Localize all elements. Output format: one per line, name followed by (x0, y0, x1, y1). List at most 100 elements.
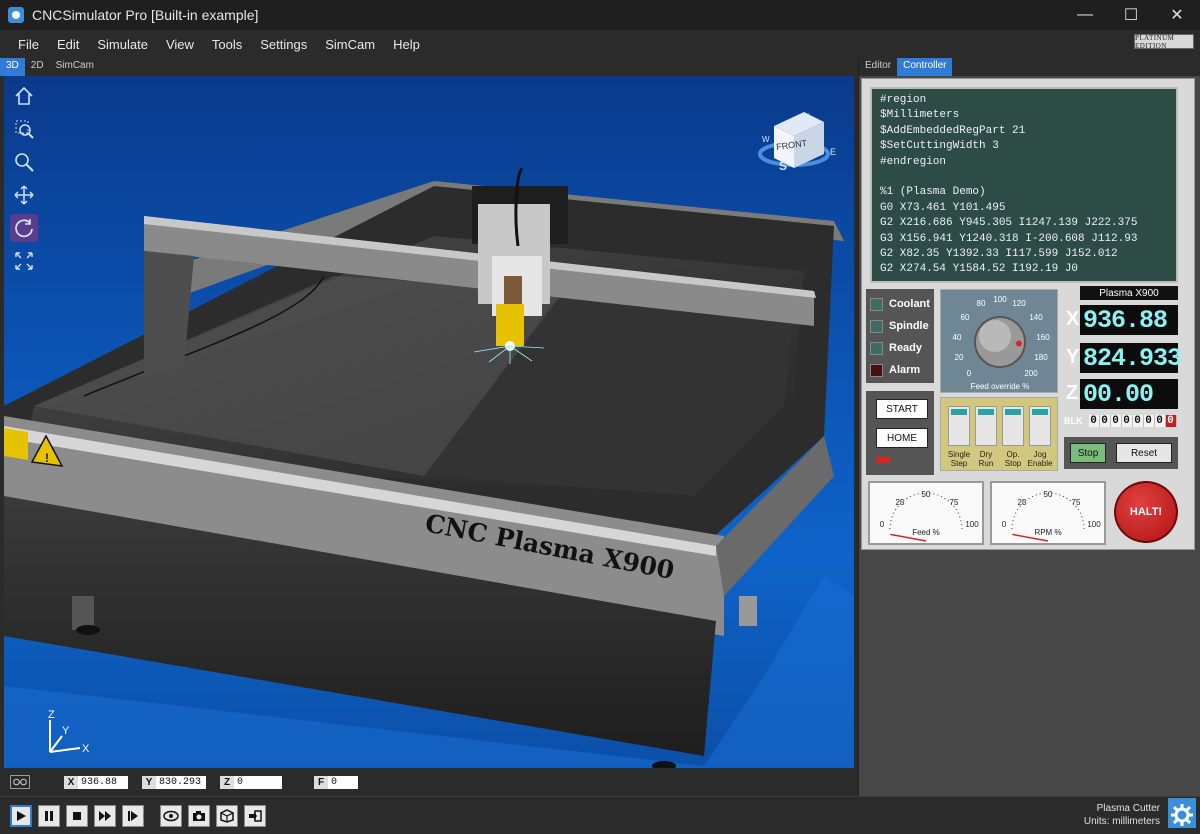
blk-digit: 0 (1122, 415, 1133, 427)
dry-run-switch[interactable] (975, 406, 997, 446)
rpm-gauge-tick: 50 (1044, 490, 1053, 499)
dro-y-value: 824.933 (1080, 343, 1182, 373)
step-forward-icon[interactable] (122, 805, 144, 827)
feed-tick: 60 (961, 313, 970, 322)
jog-enable-switch[interactable] (1029, 406, 1051, 446)
menu-settings[interactable]: Settings (251, 37, 316, 52)
eye-icon[interactable] (160, 805, 182, 827)
switch-label: Stop (1004, 459, 1022, 468)
rpm-gauge-title: RPM % (1034, 528, 1061, 537)
export-icon[interactable] (244, 805, 266, 827)
play-icon[interactable] (10, 805, 32, 827)
led-alarm: Alarm (870, 359, 930, 381)
op-stop-switch[interactable] (1002, 406, 1024, 446)
tab-controller[interactable]: Controller (897, 58, 953, 76)
blk-digit: 0 (1133, 415, 1144, 427)
compass-south-label: S (779, 159, 787, 173)
reset-button[interactable]: Reset (1116, 443, 1172, 463)
feed-gauge: 0 25 50 75 100 Feed % (868, 481, 984, 545)
start-home-panel: START HOME (866, 391, 934, 475)
code-line: G0 X73.461 Y101.495 (880, 201, 1006, 214)
box-icon[interactable] (216, 805, 238, 827)
switch-label: Jog (1033, 450, 1047, 459)
menu-bar: File Edit Simulate View Tools Settings S… (0, 30, 1200, 58)
fast-forward-icon[interactable] (94, 805, 116, 827)
home-button[interactable]: HOME (876, 428, 928, 448)
maximize-button[interactable]: ☐ (1108, 0, 1154, 30)
axis-y-label: Y (62, 725, 70, 737)
camera-icon[interactable] (188, 805, 210, 827)
rpm-gauge-tick: 25 (1018, 498, 1027, 507)
pan-icon[interactable] (10, 181, 38, 209)
machine-scene: ! FRONT S E W N CNC Plasma X900 Z X Y (4, 112, 854, 768)
blk-digit: 0 (1111, 415, 1122, 427)
menu-file[interactable]: File (9, 37, 48, 52)
menu-tools[interactable]: Tools (203, 37, 251, 52)
halt-button[interactable]: HALT! (1114, 481, 1178, 543)
fit-view-icon[interactable] (10, 247, 38, 275)
stop-icon[interactable] (66, 805, 88, 827)
feed-tick: 0 (967, 369, 972, 378)
led-ready: Ready (870, 337, 930, 359)
led-spindle: Spindle (870, 315, 930, 337)
playback-toolbar (0, 796, 1200, 834)
feed-tick: 140 (1029, 313, 1043, 322)
settings-gear-icon[interactable] (1168, 798, 1196, 828)
dro-x-value: 936.88 (1080, 305, 1178, 335)
feed-tick: 120 (1012, 299, 1026, 308)
blk-digit: 0 (1155, 415, 1166, 427)
tab-simcam[interactable]: SimCam (50, 58, 100, 76)
tab-2d[interactable]: 2D (25, 58, 50, 76)
blk-digit: 0 (1089, 415, 1100, 427)
feed-tick: 100 (993, 295, 1007, 304)
code-line: %1 (Plasma Demo) (880, 186, 986, 199)
single-step-switch[interactable] (948, 406, 970, 446)
menu-view[interactable]: View (157, 37, 203, 52)
feed-override-panel: 0 20 40 60 80 100 120 140 160 180 200 Fe… (940, 289, 1058, 393)
gcode-display: #region $Millimeters $AddEmbeddedRegPart 2… (870, 87, 1178, 283)
status-x-label: X (64, 775, 78, 789)
stop-reset-panel: Stop Reset (1064, 437, 1178, 469)
start-button[interactable]: START (876, 399, 928, 419)
close-button[interactable]: ✕ (1154, 0, 1200, 30)
menu-help[interactable]: Help (384, 37, 429, 52)
code-line: $SetCuttingWidth 3 (880, 140, 999, 153)
compass-west-label: W (762, 135, 770, 144)
status-f-value: 0 (328, 775, 358, 789)
pause-icon[interactable] (38, 805, 60, 827)
feed-tick: 180 (1034, 353, 1048, 362)
rpm-gauge-tick: 75 (1072, 498, 1081, 507)
menu-simulate[interactable]: Simulate (88, 37, 157, 52)
rotate-icon[interactable] (10, 214, 38, 242)
code-line: #region (880, 94, 927, 106)
switch-label: Op. (1006, 450, 1020, 459)
feed-gauge-tick: 0 (880, 520, 885, 529)
rpm-gauge: 0 25 50 75 100 RPM % (990, 481, 1106, 545)
feed-tick: 80 (977, 299, 986, 308)
switch-label: Single (947, 450, 971, 459)
blk-digit-last: 0 (1165, 415, 1177, 427)
zoom-window-icon[interactable] (10, 115, 38, 143)
feed-tick: 20 (955, 353, 964, 362)
status-x-value: 936.88 (78, 775, 128, 789)
tab-3d[interactable]: 3D (0, 58, 25, 76)
feed-tick: 200 (1024, 369, 1038, 378)
tab-editor[interactable]: Editor (859, 58, 897, 76)
zoom-icon[interactable] (10, 148, 38, 176)
menu-simcam[interactable]: SimCam (316, 37, 384, 52)
home-view-icon[interactable] (10, 82, 38, 110)
mode-switches-panel: Single Step Dry Run Op. Stop Jog Enable (940, 397, 1058, 471)
blk-digit: 0 (1100, 415, 1111, 427)
right-panel: Editor Controller #region $Millimeters $Ad… (858, 58, 1200, 796)
glasses-icon[interactable] (10, 775, 30, 789)
status-indicator (876, 457, 890, 463)
code-line: G3 X156.941 Y1240.318 I-200.608 J112.93 (880, 232, 1138, 245)
stop-button[interactable]: Stop (1070, 443, 1106, 463)
code-line: G2 X216.686 Y945.305 I1247.139 J222.375 (880, 217, 1138, 230)
3d-viewport[interactable]: ! FRONT S E W N CNC Plasma X900 Z X Y (4, 76, 854, 768)
view-tabs: 3D 2D SimCam (0, 58, 856, 76)
minimize-button[interactable]: — (1062, 0, 1108, 30)
menu-edit[interactable]: Edit (48, 37, 88, 52)
feed-gauge-tick: 75 (950, 498, 959, 507)
